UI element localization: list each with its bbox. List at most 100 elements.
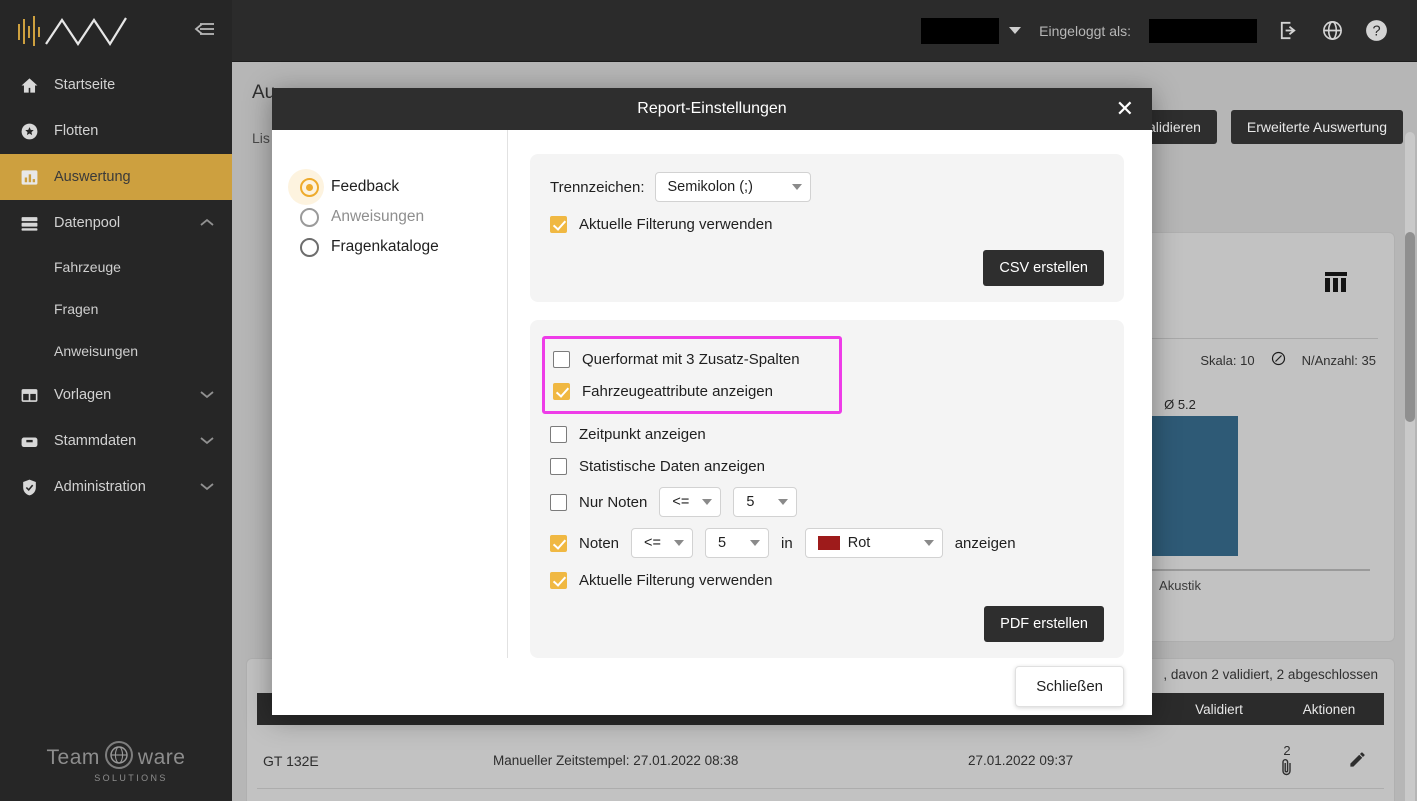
sidebar: Startseite Flotten Auswertung Datenpool … [0, 0, 232, 801]
sidebar-item-flotten[interactable]: Flotten [0, 108, 232, 154]
tab-liste[interactable]: Lis [252, 130, 270, 146]
star-icon [18, 122, 40, 141]
csv-erstellen-button[interactable]: CSV erstellen [983, 250, 1104, 287]
schliessen-button[interactable]: Schließen [1015, 666, 1124, 708]
chevron-down-icon [200, 433, 214, 449]
teamware-logo: Team ware SOLUTIONS [0, 740, 232, 783]
separator-label: Trennzeichen: [550, 178, 645, 196]
noten-color-value: Rot [847, 535, 871, 552]
sidebar-item-vorlagen[interactable]: Vorlagen [0, 372, 232, 418]
sidebar-subitem-fragen[interactable]: Fragen [0, 288, 232, 330]
radio-anweisungen[interactable]: Anweisungen [300, 202, 507, 232]
bar-chart-icon [18, 168, 40, 187]
statistische-daten-checkbox[interactable]: Statistische Daten anzeigen [550, 450, 1104, 482]
page-action-buttons: alidieren Erweiterte Auswertung [1131, 110, 1403, 144]
teamware-logo-text-1: Team [46, 746, 100, 769]
help-icon[interactable]: ? [1363, 18, 1389, 44]
svg-text:?: ? [1372, 24, 1380, 40]
radio-indicator-icon [300, 237, 319, 257]
checkbox-indicator-icon [550, 571, 567, 589]
nur-noten-value-select[interactable]: 5 [733, 487, 798, 518]
logout-icon[interactable] [1275, 18, 1301, 44]
csv-use-current-filter-checkbox[interactable]: Aktuelle Filterung verwenden [550, 208, 1104, 240]
sidebar-subitem-anweisungen[interactable]: Anweisungen [0, 330, 232, 372]
nur-noten-checkbox[interactable] [550, 493, 567, 511]
radio-indicator-icon [300, 207, 319, 227]
checkbox-label: Aktuelle Filterung verwenden [579, 571, 773, 589]
pdf-erstellen-button[interactable]: PDF erstellen [984, 606, 1104, 643]
noten-label: Noten [579, 534, 620, 552]
chevron-down-icon [200, 387, 214, 403]
sidebar-item-datenpool[interactable]: Datenpool [0, 200, 232, 246]
sidebar-item-label: Datenpool [54, 215, 121, 231]
row-vehicle: GT 132E [263, 752, 319, 769]
chart-count-label: N/Anzahl: 35 [1301, 352, 1376, 368]
checkbox-label: Fahrzeugeattribute anzeigen [582, 382, 773, 400]
sidebar-subitem-fahrzeuge[interactable]: Fahrzeuge [0, 246, 232, 288]
chevron-down-icon [778, 499, 789, 506]
noten-value-select[interactable]: 5 [705, 528, 770, 559]
erweiterte-auswertung-button[interactable]: Erweiterte Auswertung [1230, 110, 1403, 144]
pdf-button-row: PDF erstellen [550, 606, 1104, 643]
color-swatch-icon [817, 536, 840, 551]
noten-suffix-label: anzeigen [954, 534, 1016, 552]
chevron-down-icon [200, 479, 214, 495]
topbar: Eingeloggt als: ? [232, 0, 1417, 62]
row-note: Manueller Zeitstempel: 27.01.2022 08:38 [493, 753, 739, 768]
sidebar-item-label: Startseite [54, 77, 116, 93]
zeitpunkt-anzeigen-checkbox[interactable]: Zeitpunkt anzeigen [550, 418, 1104, 450]
nur-noten-operator-select[interactable]: <= [659, 487, 722, 518]
sidebar-collapse-icon[interactable] [194, 20, 216, 43]
separator-select[interactable]: Semikolon (;) [654, 172, 811, 203]
chevron-down-icon [750, 540, 761, 547]
radio-label: Fragenkataloge [331, 238, 439, 256]
csv-button-row: CSV erstellen [550, 250, 1104, 287]
csv-panel: Trennzeichen: Semikolon (;) Aktuelle Fil… [530, 154, 1124, 303]
sidebar-item-startseite[interactable]: Startseite [0, 62, 232, 108]
checkbox-indicator-icon [553, 382, 570, 400]
table-row[interactable]: GT 132E Manueller Zeitstempel: 27.01.202… [257, 733, 1384, 789]
user-value-redacted [1149, 18, 1257, 43]
chevron-down-icon [702, 499, 713, 506]
globe-emblem-icon [104, 740, 134, 776]
separator-value: Semikolon (;) [667, 179, 753, 196]
archive-icon [18, 432, 40, 451]
sidebar-item-label: Administration [54, 479, 146, 495]
vertical-scrollbar-thumb[interactable] [1405, 232, 1415, 422]
radio-feedback[interactable]: Feedback [288, 169, 507, 206]
pencil-icon[interactable] [1342, 750, 1384, 772]
pdf-use-current-filter-checkbox[interactable]: Aktuelle Filterung verwenden [550, 564, 1104, 596]
results-summary: , davon 2 validiert, 2 abgeschlossen [1163, 667, 1378, 682]
tenant-dropdown[interactable] [921, 17, 1022, 44]
checkbox-label: Zeitpunkt anzeigen [579, 425, 706, 443]
layout-icon [18, 386, 40, 405]
checkbox-indicator-icon [550, 425, 567, 443]
dialog-header: Report-Einstellungen ✕ [272, 88, 1152, 131]
noten-in-label: in [781, 534, 793, 552]
table-grid-icon[interactable] [1324, 271, 1348, 298]
sidebar-item-label: Stammdaten [54, 433, 137, 449]
querformat-checkbox[interactable]: Querformat mit 3 Zusatz-Spalten [553, 343, 829, 375]
sidebar-item-administration[interactable]: Administration [0, 464, 232, 510]
paperclip-icon[interactable] [1280, 758, 1294, 779]
wave-logo-icon [16, 14, 128, 48]
radio-label: Feedback [331, 178, 400, 196]
sidebar-item-auswertung[interactable]: Auswertung [0, 154, 232, 200]
shield-check-icon [18, 478, 40, 497]
chevron-down-icon [1009, 27, 1022, 34]
teamware-logo-subtext: SOLUTIONS [94, 773, 168, 783]
sidebar-item-label: Vorlagen [54, 387, 112, 403]
chart-scale-label: Skala: 10 [1200, 352, 1255, 368]
dialog-title: Report-Einstellungen [637, 100, 787, 118]
radio-fragenkataloge[interactable]: Fragenkataloge [300, 232, 507, 262]
noten-operator-select[interactable]: <= [631, 528, 694, 559]
noten-row: Noten <= 5 in Rot anzeigen [550, 522, 1104, 564]
checkbox-indicator-icon [550, 215, 567, 233]
noten-color-select[interactable]: Rot [804, 528, 943, 559]
noten-checkbox[interactable] [550, 534, 567, 552]
sidebar-item-stammdaten[interactable]: Stammdaten [0, 418, 232, 464]
table-row[interactable]: e-tron S, weiß, IN-E 5451E Umschaltung v… [257, 789, 1384, 801]
fahrzeugeattribute-checkbox[interactable]: Fahrzeugeattribute anzeigen [553, 375, 829, 407]
close-icon[interactable]: ✕ [1116, 98, 1134, 120]
globe-icon[interactable] [1319, 18, 1345, 44]
